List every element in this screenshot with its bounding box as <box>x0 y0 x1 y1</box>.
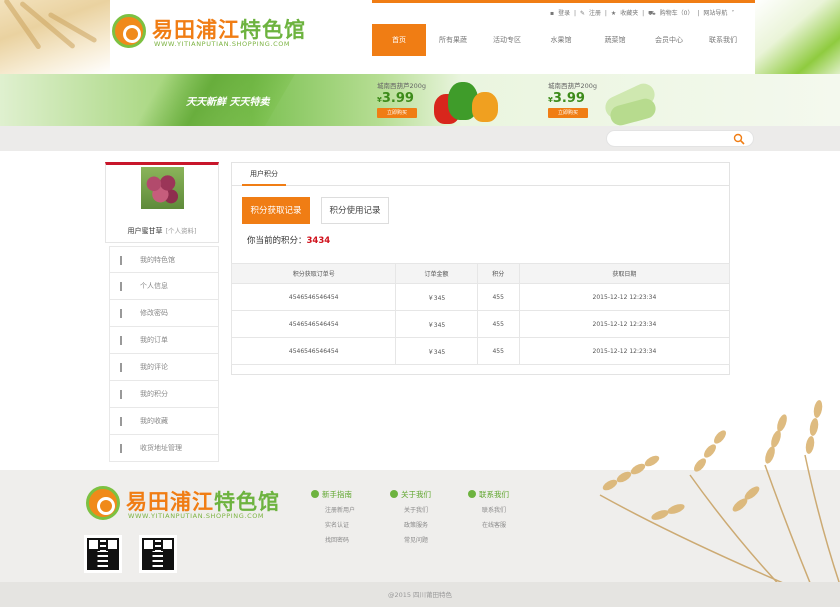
profile-link[interactable]: [个人资料] <box>165 227 196 235</box>
sidebar-item-my-shop[interactable]: 我的特色馆 <box>109 246 219 273</box>
promo-name: 城南西葫芦200g <box>377 82 427 90</box>
site-nav-link[interactable]: 网站导航 <box>703 10 727 17</box>
sidebar-item-favorites[interactable]: 我的收藏 <box>109 408 219 435</box>
guide-icon <box>311 490 319 498</box>
footer-link[interactable]: 常见问题 <box>404 535 431 550</box>
nav-contact[interactable]: 联系我们 <box>696 24 750 56</box>
sidebar-item-change-password[interactable]: 修改密码 <box>109 300 219 327</box>
avatar[interactable] <box>141 167 184 209</box>
register-icon: ✎ <box>579 10 585 17</box>
promo-price: ¥3.99 <box>377 91 414 106</box>
column-header: 积分获取订单号 <box>230 263 397 284</box>
zucchini-image <box>600 80 660 128</box>
main-nav: 首页 所有果蔬 活动专区 水果馆 蔬菜馆 会员中心 联系我们 <box>372 24 755 58</box>
points-value: 3434 <box>306 236 331 246</box>
column-header: 积分 <box>476 263 520 284</box>
banner-slogan: 天天新鲜 天天特卖 <box>186 97 270 108</box>
points-table: 积分获取订单号 订单金额 积分 获取日期 4546546546454 ￥345 … <box>230 263 731 365</box>
favorites-link[interactable]: 收藏夹 <box>620 10 638 17</box>
nav-home[interactable]: 首页 <box>372 24 426 56</box>
table-row: 4546546546454 ￥345 455 2015-12-12 12:23:… <box>230 337 731 365</box>
footer-link[interactable]: 实名认证 <box>325 520 355 535</box>
register-link[interactable]: 注册 <box>589 10 601 17</box>
cart-link[interactable]: 购物车（0） <box>660 10 694 17</box>
qr-code <box>139 535 177 573</box>
promo-name: 城南西葫芦200g <box>548 82 598 90</box>
points-used-button[interactable]: 积分使用记录 <box>321 197 389 224</box>
nav-all-produce[interactable]: 所有果蔬 <box>426 24 480 56</box>
contact-icon <box>468 490 476 498</box>
leaf-decoration <box>755 0 840 74</box>
column-header: 获取日期 <box>518 263 731 284</box>
promo-price: ¥3.99 <box>548 91 585 106</box>
tab-user-points[interactable]: 用户积分 <box>242 167 286 186</box>
buy-now-button[interactable]: 立即购买 <box>548 108 588 118</box>
username: 用户蜜甘草 [个人资料] <box>127 227 197 235</box>
nav-vegetables[interactable]: 蔬菜馆 <box>588 24 642 56</box>
wheat-decoration <box>599 400 840 607</box>
table-header-row: 积分获取订单号 订单金额 积分 获取日期 <box>230 263 731 284</box>
nav-fruit[interactable]: 水果馆 <box>534 24 588 56</box>
nav-promotions[interactable]: 活动专区 <box>480 24 534 56</box>
footer-link[interactable]: 联系我们 <box>482 505 509 520</box>
table-row: 4546546546454 ￥345 455 2015-12-12 12:23:… <box>230 310 731 338</box>
top-links: ▪ 登录 | ✎ 注册 | ★ 收藏夹 | ⛟ 购物车（0） | 网站导航 ˅ <box>550 10 735 17</box>
footer-link[interactable]: 政策服务 <box>404 520 431 535</box>
footer-col-guide: 新手指南 注册新用户 实名认证 找回密码 <box>311 489 355 550</box>
about-icon <box>390 490 398 498</box>
sidebar-item-addresses[interactable]: 收货地址管理 <box>109 435 219 462</box>
table-row: 4546546546454 ￥345 455 2015-12-12 12:23:… <box>230 283 731 311</box>
current-points: 你当前的积分：3434 <box>247 236 331 246</box>
login-link[interactable]: 登录 <box>558 10 570 17</box>
promo-item: 城南西葫芦200g ¥3.99 立即购买 <box>548 80 597 118</box>
user-icon: ▪ <box>550 10 555 17</box>
cart-icon: ⛟ <box>648 10 656 17</box>
footer-link[interactable]: 找回密码 <box>325 535 355 550</box>
logo-icon <box>112 14 146 48</box>
chevron-down-icon: ˅ <box>731 10 735 17</box>
logo-url: WWW.YITIANPUTIAN.SHOPPING.COM <box>154 40 291 48</box>
pepper-image <box>434 80 506 124</box>
promo-item: 城南西葫芦200g ¥3.99 立即购买 <box>377 80 426 118</box>
points-earned-button[interactable]: 积分获取记录 <box>242 197 310 224</box>
logo-icon <box>86 486 120 520</box>
site-logo[interactable]: 易田浦江特色馆 WWW.YITIANPUTIAN.SHOPPING.COM <box>112 10 312 52</box>
buy-now-button[interactable]: 立即购买 <box>377 108 417 118</box>
wheat-decoration <box>0 0 110 74</box>
sidebar-item-personal-info[interactable]: 个人信息 <box>109 273 219 300</box>
sidebar-item-reviews[interactable]: 我的评论 <box>109 354 219 381</box>
sidebar-menu: 我的特色馆 个人信息 修改密码 我的订单 我的评论 我的积分 我的收藏 收货地址… <box>109 246 219 462</box>
top-accent-line <box>372 0 755 3</box>
copyright: @2015 四川莆田特色 <box>387 591 453 599</box>
sidebar-item-points[interactable]: 我的积分 <box>109 381 219 408</box>
footer-link[interactable]: 注册新用户 <box>325 505 355 520</box>
star-icon: ★ <box>610 10 617 17</box>
column-header: 订单金额 <box>395 263 478 284</box>
nav-member-center[interactable]: 会员中心 <box>642 24 696 56</box>
logo-url: WWW.YITIANPUTIAN.SHOPPING.COM <box>128 512 265 520</box>
tab-divider <box>232 185 729 186</box>
search-input[interactable] <box>606 130 754 147</box>
footer-link[interactable]: 在线客服 <box>482 520 509 535</box>
qr-code <box>84 535 122 573</box>
search-icon[interactable] <box>733 133 745 145</box>
sidebar-item-orders[interactable]: 我的订单 <box>109 327 219 354</box>
footer-col-contact: 联系我们 联系我们 在线客服 <box>468 489 509 535</box>
footer-col-about: 关于我们 关于我们 政策服务 常见问题 <box>390 489 431 550</box>
footer-logo[interactable]: 易田浦江特色馆 WWW.YITIANPUTIAN.SHOPPING.COM <box>86 482 286 524</box>
footer-link[interactable]: 关于我们 <box>404 505 431 520</box>
